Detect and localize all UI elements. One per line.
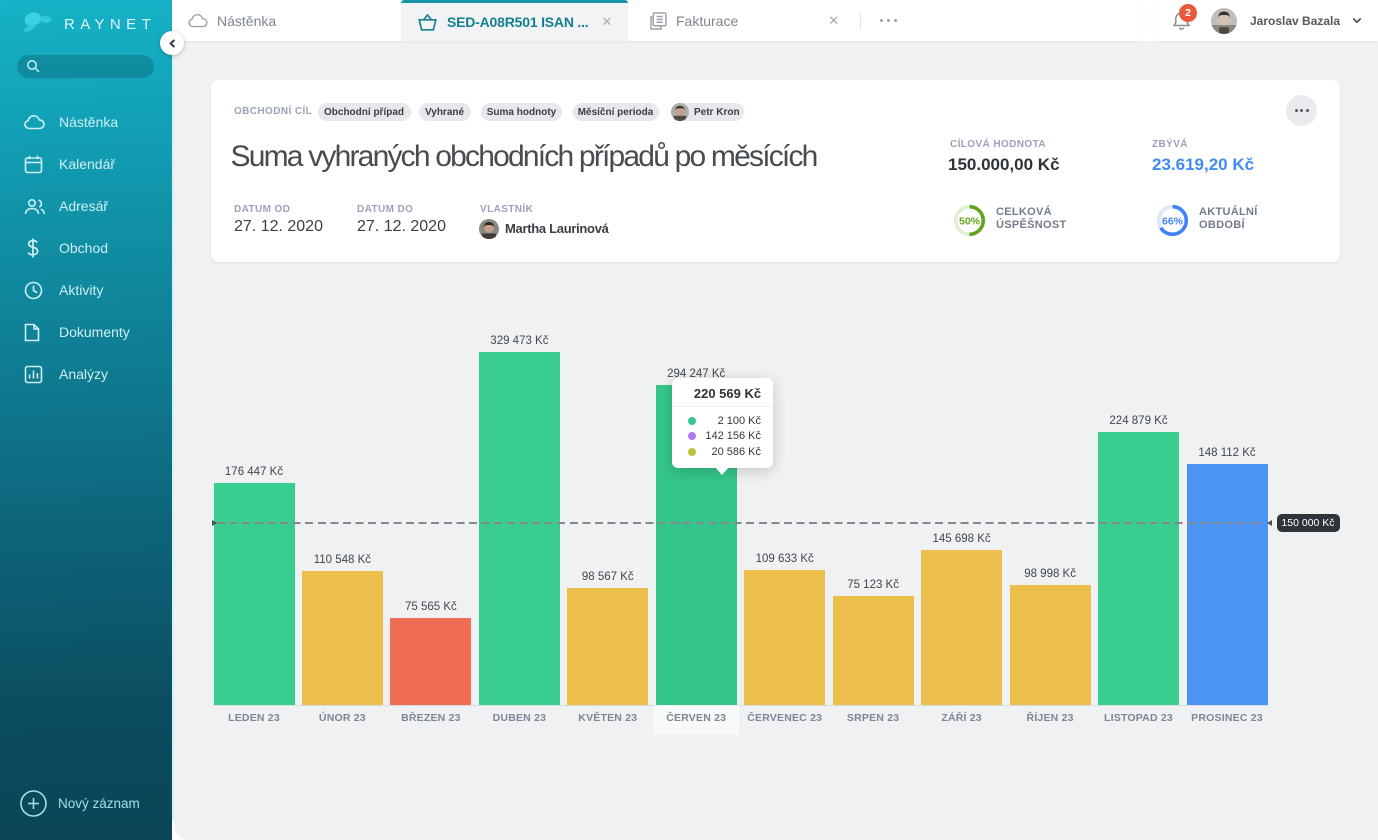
svg-text:66%: 66% <box>1161 215 1183 227</box>
svg-text:50%: 50% <box>959 215 981 227</box>
